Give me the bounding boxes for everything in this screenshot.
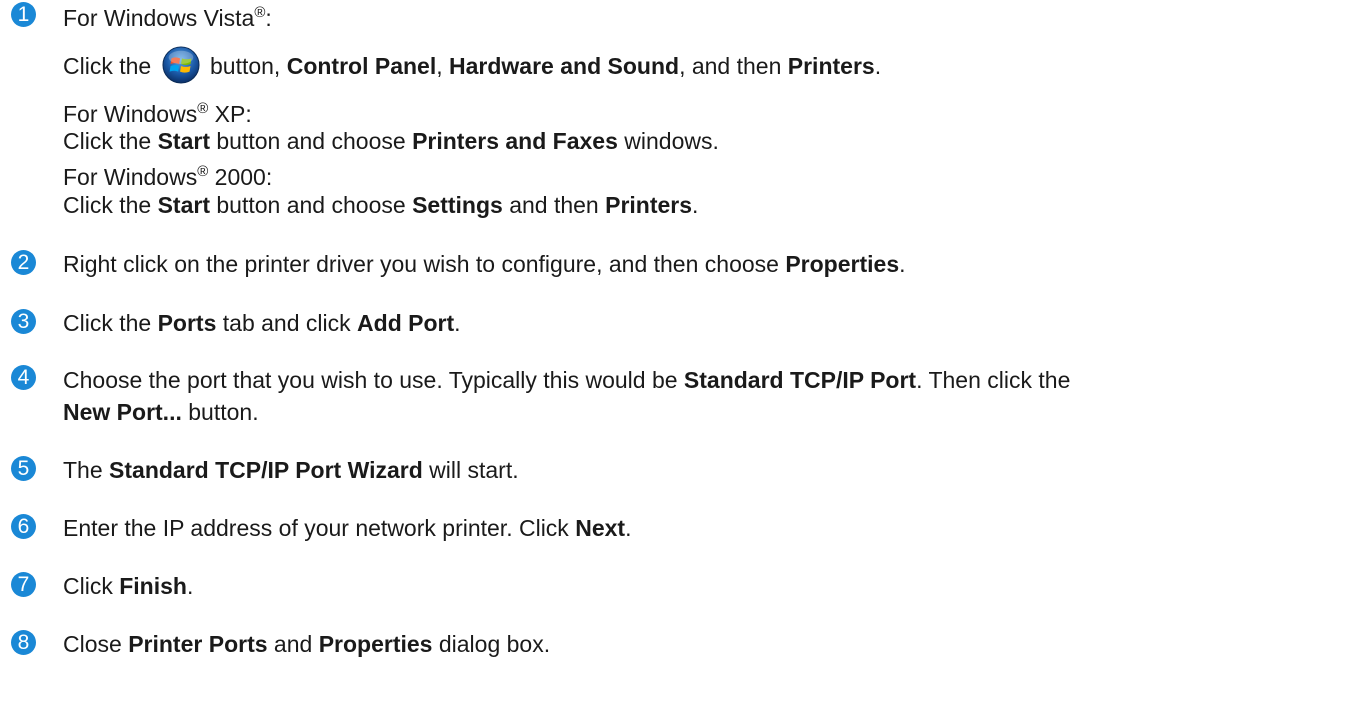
step-5-text: The Standard TCP/IP Port Wizard will sta… <box>63 457 519 483</box>
step-4-line-1: Choose the port that you wish to use. Ty… <box>63 367 1071 393</box>
step-number-badge: 4 <box>11 365 36 390</box>
step-number-badge: 1 <box>11 2 36 27</box>
step-number-badge: 6 <box>11 514 36 539</box>
step-number-badge: 2 <box>11 250 36 275</box>
step-3-text: Click the Ports tab and click Add Port. <box>63 310 461 336</box>
vista-heading: For Windows Vista®: <box>63 4 272 31</box>
xp-instruction: Click the Start button and choose Printe… <box>63 128 719 154</box>
w2k-heading: For Windows® 2000: <box>63 163 273 190</box>
step-number-badge: 8 <box>11 630 36 655</box>
step-6-text: Enter the IP address of your network pri… <box>63 515 632 541</box>
vista-instruction: Click the button, Control Panel, Hardwar… <box>63 46 881 84</box>
step-number-badge: 5 <box>11 456 36 481</box>
xp-heading: For Windows® XP: <box>63 100 252 127</box>
step-4-line-2: New Port... button. <box>63 399 259 425</box>
step-2-text: Right click on the printer driver you wi… <box>63 251 906 277</box>
step-number-badge: 7 <box>11 572 36 597</box>
w2k-instruction: Click the Start button and choose Settin… <box>63 192 699 218</box>
step-8-text: Close Printer Ports and Properties dialo… <box>63 631 551 657</box>
step-number-badge: 3 <box>11 309 36 334</box>
windows-start-orb-icon <box>162 46 200 84</box>
step-7-text: Click Finish. <box>63 573 194 599</box>
